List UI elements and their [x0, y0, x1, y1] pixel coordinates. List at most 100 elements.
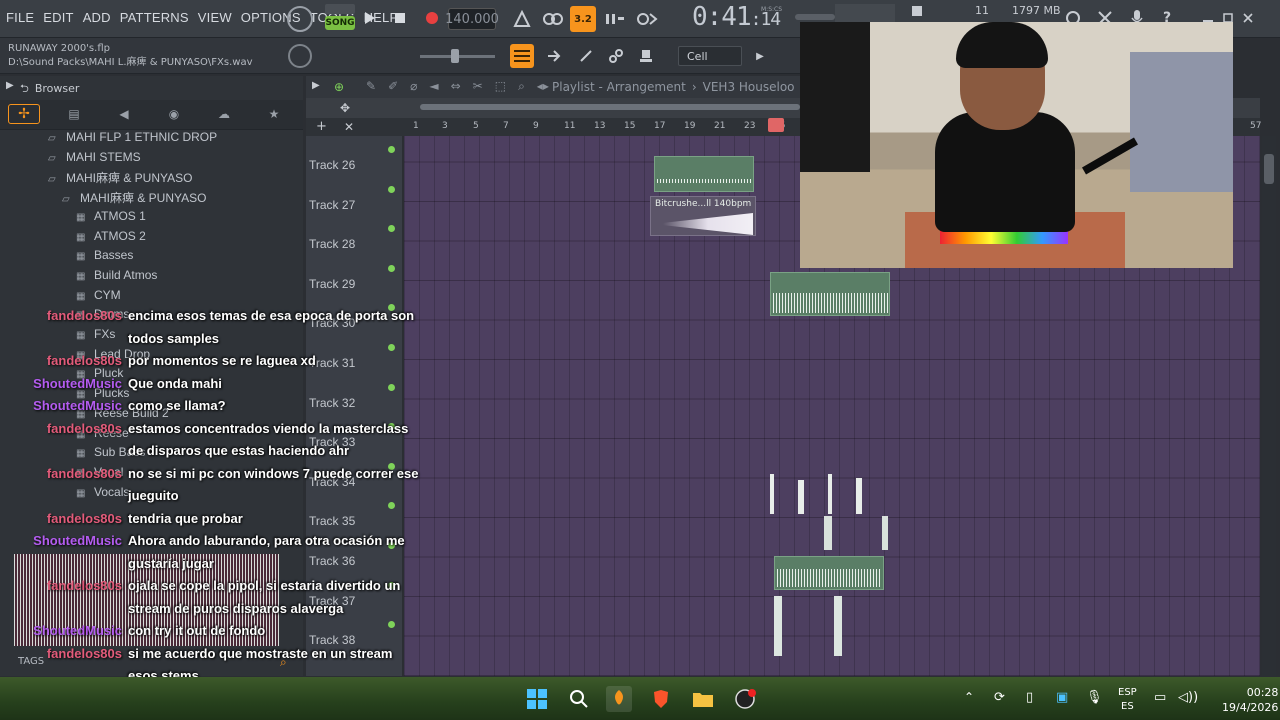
browser-tab-favorites[interactable]: ★ [262, 104, 286, 124]
mute-icon[interactable]: ◄ [429, 79, 438, 94]
song-mode-button[interactable]: SONG [325, 16, 355, 30]
snap-next-button[interactable]: ▶ [752, 46, 768, 66]
horizontal-scrollbar[interactable] [420, 104, 800, 110]
menu-file[interactable]: FILE [6, 10, 34, 25]
zoom-icon[interactable]: ⌕ [518, 79, 525, 94]
browser-item[interactable]: ▱ MAHI麻痺 & PUNYASO [48, 169, 192, 186]
track-label[interactable]: Track 28 [309, 237, 355, 251]
vertical-scrollbar[interactable] [1262, 136, 1276, 676]
browser-item[interactable]: ▦ Vocals [76, 485, 129, 499]
track-label[interactable]: Track 36 [309, 554, 355, 568]
track-label[interactable]: Track 32 [309, 396, 355, 410]
mixer-button[interactable] [604, 44, 628, 68]
track-enable-led[interactable] [388, 344, 395, 351]
brave-taskbar-button[interactable] [648, 686, 674, 712]
menu-view[interactable]: VIEW [198, 10, 232, 25]
tray-mic-icon[interactable]: 🎙︎ [1086, 690, 1103, 705]
pattern-clip-1[interactable] [654, 156, 754, 192]
browser-tab-cloud[interactable]: ☁ [212, 104, 236, 124]
browser-tab-plugins[interactable]: ◉ [162, 104, 186, 124]
track-label[interactable]: Track 26 [309, 158, 355, 172]
pattern-number[interactable]: 3.2 [570, 6, 596, 32]
close-tracks-icon[interactable]: ✕ [344, 120, 354, 134]
stop-button[interactable] [392, 10, 408, 26]
snap-selector[interactable]: Cell [678, 46, 742, 66]
taskbar-search-button[interactable] [566, 686, 592, 712]
browser-item[interactable]: ▦ CYM [76, 288, 121, 302]
piano-roll-button[interactable] [542, 44, 566, 68]
track-enable-led[interactable] [388, 146, 395, 153]
menu-edit[interactable]: EDIT [43, 10, 73, 25]
add-track-icon[interactable]: + [316, 119, 327, 134]
playlist-button[interactable] [510, 44, 534, 68]
clip-group-lower[interactable] [770, 474, 894, 594]
playback-icon[interactable]: ◂▸ [537, 79, 549, 94]
paint-icon[interactable]: ✐ [388, 79, 398, 94]
globe-icon: ◉ [168, 107, 180, 121]
browser-item[interactable]: ▦ Basses [76, 248, 133, 262]
browser-menu-arrow-icon[interactable]: ▶ [6, 80, 14, 91]
audio-clip-bitcrusher[interactable]: Bitcrushe...ll 140bpm [650, 196, 756, 236]
pattern-clip-2[interactable] [770, 272, 890, 316]
chat-message: tendria que probar [128, 510, 243, 526]
taskbar-clock[interactable]: 00:28 19/4/2026 [1222, 685, 1278, 715]
slider-handle[interactable] [451, 49, 459, 63]
track-label[interactable]: Track 35 [309, 514, 355, 528]
tray-battery-icon[interactable]: ▯ [1026, 690, 1033, 705]
main-pitch-slider[interactable] [795, 14, 835, 20]
move-icon[interactable]: ✥ [340, 101, 350, 115]
fl-studio-taskbar-button[interactable] [606, 686, 632, 712]
clip-slice-9[interactable] [834, 596, 842, 656]
track-enable-led[interactable] [388, 185, 395, 193]
browser-item[interactable]: ▦ ATMOS 1 [76, 209, 146, 223]
select-icon[interactable]: ⬚ [495, 79, 506, 94]
menu-patterns[interactable]: PATTERNS [120, 10, 189, 25]
delete-icon[interactable]: ⌀ [410, 79, 417, 94]
slice-icon[interactable]: ✂ [473, 79, 483, 94]
browser-item[interactable]: ▱ MAHI FLP 1 ETHNIC DROP [48, 130, 217, 144]
browser-item[interactable]: ▱ MAHI STEMS [48, 150, 141, 164]
channel-rack-button[interactable] [574, 44, 598, 68]
clip-slice-8[interactable] [774, 596, 782, 656]
language-indicator[interactable]: ESP ES [1118, 686, 1137, 714]
pencil-icon[interactable]: ✎ [366, 79, 376, 94]
start-button[interactable] [524, 686, 550, 712]
taskbar-search-icon [570, 690, 588, 708]
browser-tab-sounds[interactable]: ◀ [112, 104, 136, 124]
track-enable-led[interactable] [388, 383, 395, 391]
track-label[interactable]: Track 29 [309, 277, 355, 291]
track-enable-led[interactable] [388, 264, 395, 272]
browser-item[interactable]: ▱ MAHI麻痺 & PUNYASO [62, 189, 206, 206]
pat-mode-indicator[interactable] [325, 4, 355, 14]
wait-input-button[interactable] [540, 8, 566, 30]
tray-sync-icon[interactable]: ⟳ [994, 690, 1005, 705]
playlist-menu-arrow-icon[interactable]: ▶ [312, 80, 320, 91]
obs-taskbar-button[interactable] [732, 686, 758, 712]
tray-volume-icon[interactable]: ◁)) [1178, 690, 1198, 705]
close-button[interactable] [1240, 10, 1256, 26]
step-edit-button[interactable] [602, 8, 628, 30]
track-label[interactable]: Track 27 [309, 198, 355, 212]
tempo-display[interactable]: 140.000 [445, 8, 499, 30]
vscroll-thumb[interactable] [1264, 154, 1274, 184]
metronome-button[interactable] [510, 8, 534, 30]
tray-network-icon[interactable]: ▭ [1154, 690, 1166, 705]
pitch-knob[interactable] [288, 44, 312, 68]
browser-tab-files[interactable]: ▤ [62, 104, 86, 124]
playhead-marker[interactable] [768, 118, 784, 132]
tray-chevron-icon[interactable]: ⌃ [964, 690, 974, 704]
slip-icon[interactable]: ⇔ [451, 79, 461, 94]
browser-tab-all[interactable]: ✢ [8, 104, 40, 124]
browser-toggle-button[interactable] [634, 44, 658, 68]
browser-item[interactable]: ▦ ATMOS 2 [76, 229, 146, 243]
master-volume-knob[interactable] [287, 6, 313, 32]
blend-notes-button[interactable] [634, 8, 660, 30]
play-button[interactable] [362, 10, 378, 26]
tray-app-icon[interactable]: ▣ [1056, 690, 1068, 705]
browser-item[interactable]: ▦ Build Atmos [76, 268, 157, 282]
record-button[interactable] [424, 10, 440, 26]
browser-item[interactable]: ▦ FXs [76, 327, 115, 341]
menu-add[interactable]: ADD [83, 10, 111, 25]
explorer-taskbar-button[interactable] [690, 686, 716, 712]
playlist-pin-icon[interactable]: ⊕ [334, 80, 344, 94]
